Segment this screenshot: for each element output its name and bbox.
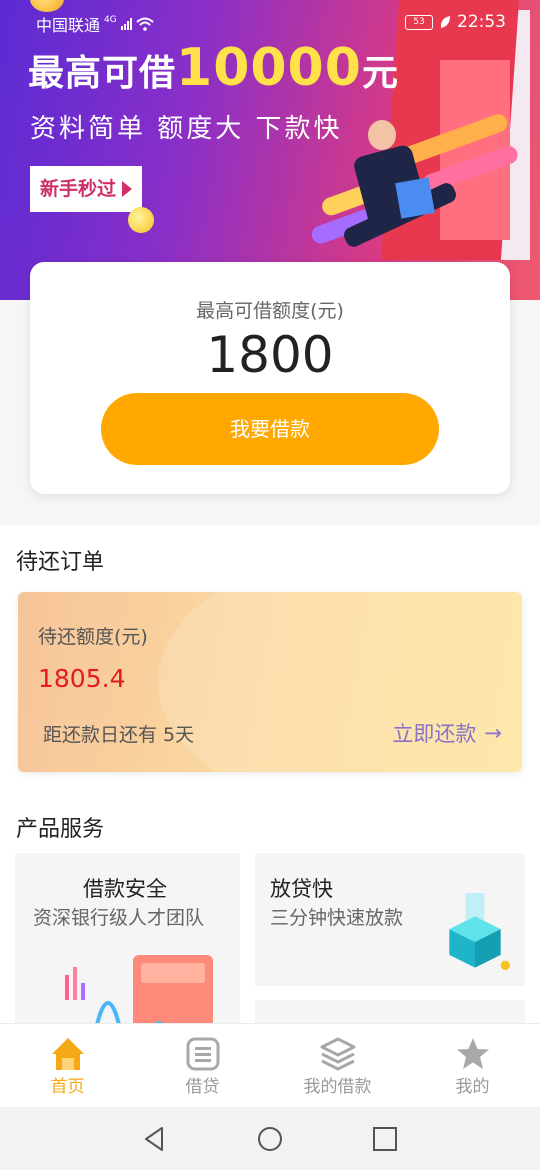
system-navigation-bar (0, 1107, 540, 1170)
star-icon (456, 1038, 489, 1069)
network-type: 4G (104, 15, 117, 25)
coin-decoration (128, 207, 154, 233)
bag-illustration (395, 177, 435, 219)
wifi-icon (136, 17, 154, 31)
loan-limit-label: 最高可借额度(元) (196, 300, 344, 322)
promo-banner[interactable]: 中国联通 4G 53 22:53 最高可借10000元 资料简单 额度大 下款快… (0, 0, 540, 300)
banner-cta-button[interactable]: 新手秒过 (30, 166, 142, 212)
product-desc: 资深银行级人才团队 (33, 907, 205, 929)
product-desc: 三分钟快速放款 (270, 907, 404, 929)
list-icon (186, 1037, 219, 1071)
arrow-right-icon: → (484, 721, 502, 745)
pending-amount-label: 待还额度(元) (38, 626, 148, 648)
products-title: 产品服务 (16, 817, 105, 842)
tab-label: 我的借款 (303, 1077, 372, 1097)
banner-headline: 最高可借10000元 (28, 38, 399, 98)
home-button-icon[interactable] (257, 1126, 283, 1152)
tab-home[interactable]: 首页 (0, 1024, 135, 1108)
headline-prefix: 最高可借 (28, 53, 177, 94)
banner-subtitle: 资料简单 额度大 下款快 (30, 114, 343, 144)
pending-orders-title: 待还订单 (16, 550, 105, 575)
product-card-fast-loan[interactable]: 放贷快 三分钟快速放款 (255, 853, 525, 986)
cube-illustration-icon (449, 893, 510, 970)
status-time: 22:53 (457, 12, 506, 32)
tab-label: 我的 (455, 1077, 490, 1097)
borrow-button[interactable]: 我要借款 (101, 393, 439, 465)
pending-amount: 1805.4 (38, 664, 126, 693)
loan-limit-amount: 1800 (206, 326, 334, 384)
headline-amount: 10000 (176, 38, 362, 98)
home-icon (51, 1038, 84, 1070)
layers-icon (320, 1037, 355, 1071)
battery-icon: 53 (405, 14, 433, 30)
tab-my-loans[interactable]: 我的借款 (270, 1024, 405, 1108)
tab-borrow[interactable]: 借贷 (135, 1024, 270, 1108)
bottom-tab-bar: 首页 借贷 我的借款 我的 (0, 1023, 540, 1108)
due-countdown: 距还款日还有 5天 (43, 724, 195, 746)
recents-icon[interactable] (372, 1126, 398, 1152)
headline-suffix: 元 (361, 53, 399, 94)
back-icon[interactable] (142, 1126, 168, 1152)
tab-label: 借贷 (185, 1077, 220, 1097)
person-illustration (368, 120, 396, 150)
product-title: 借款安全 (83, 877, 167, 901)
banner-cta-label: 新手秒过 (40, 178, 117, 200)
tab-mine[interactable]: 我的 (405, 1024, 540, 1108)
product-title: 放贷快 (270, 877, 333, 901)
tab-label: 首页 (50, 1077, 85, 1097)
signal-icon (120, 18, 132, 30)
pending-order-card[interactable]: 待还额度(元) 1805.4 距还款日还有 5天 立即还款 → (18, 592, 522, 772)
carrier-name: 中国联通 (36, 16, 101, 35)
leaf-icon (440, 16, 450, 28)
product-card-security[interactable]: 借款安全 资深银行级人才团队 (15, 853, 240, 1043)
loan-limit-card: 最高可借额度(元) 1800 我要借款 (30, 262, 510, 494)
triangle-right-icon (122, 181, 132, 197)
repay-now-button[interactable]: 立即还款 → (392, 718, 502, 748)
repay-now-label: 立即还款 (392, 722, 477, 746)
